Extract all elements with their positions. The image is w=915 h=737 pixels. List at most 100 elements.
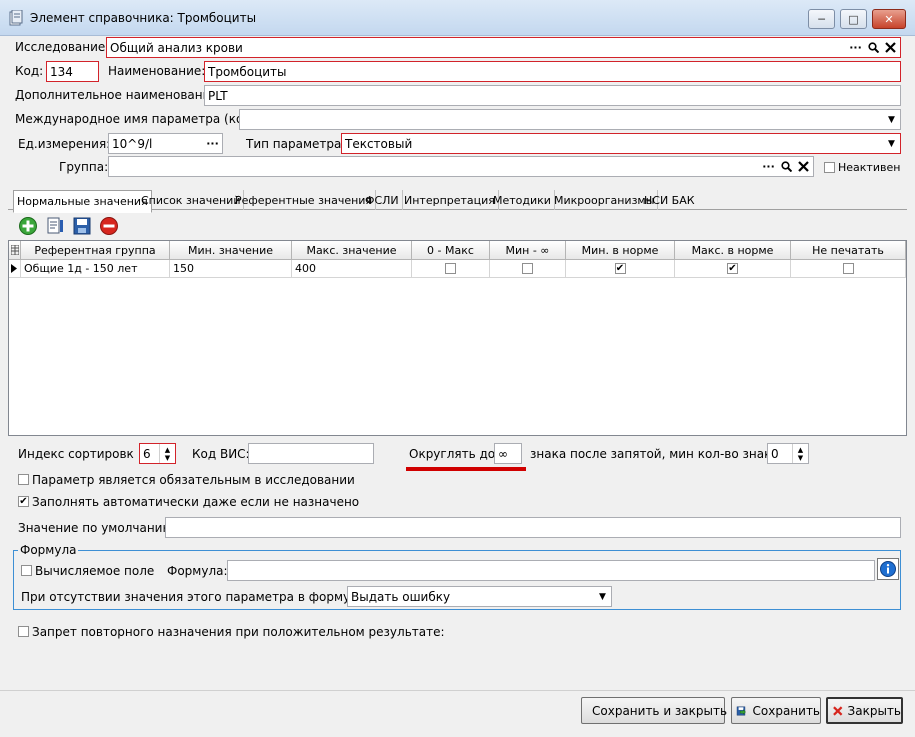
spin-arrows-icon[interactable]: ▲ ▼ (792, 444, 808, 463)
cell-max-norm[interactable]: ✔ (675, 260, 791, 278)
formula-group-title: Формула (18, 543, 79, 557)
vis-code-label: Код ВИС: (192, 447, 250, 461)
formula-info-button[interactable] (877, 558, 899, 580)
close-button[interactable]: Закрыть (826, 697, 903, 724)
name-field[interactable]: Тромбоциты (204, 61, 901, 82)
cell-no-print[interactable] (791, 260, 906, 278)
name-value: Тромбоциты (208, 64, 287, 79)
col-header-no-print[interactable]: Не печатать (791, 241, 906, 260)
col-header-ref-group[interactable]: Референтная группа (21, 241, 170, 260)
missing-value-select[interactable]: Выдать ошибку ▼ (347, 586, 612, 607)
autofill-checkbox[interactable]: ✔ (18, 496, 29, 507)
formula-field[interactable] (227, 560, 875, 581)
inactive-checkbox[interactable] (824, 162, 835, 173)
close-icon (833, 705, 843, 716)
max-norm-checkbox[interactable]: ✔ (727, 263, 738, 274)
tab-value-list[interactable]: Список значений (138, 190, 245, 210)
sort-index-value: 6 (143, 446, 151, 461)
add-row-button[interactable] (17, 215, 39, 237)
decimals-spinner[interactable]: 0 ▲ ▼ (767, 443, 809, 464)
delete-icon (100, 217, 118, 235)
cell-min[interactable]: 150 (170, 260, 292, 278)
extra-name-field[interactable]: PLT (204, 85, 901, 106)
col-header-max[interactable]: Макс. значение (292, 241, 412, 260)
code-label: Код: (15, 64, 44, 78)
mandatory-label: Параметр является обязательным в исследо… (32, 473, 355, 487)
maximize-button[interactable]: □ (840, 9, 867, 29)
document-icon (9, 10, 23, 26)
missing-value: Выдать ошибку (351, 589, 451, 604)
save-row-button[interactable] (71, 215, 93, 237)
extra-name-value: PLT (208, 88, 228, 103)
default-value-field[interactable] (165, 517, 901, 538)
cell-max[interactable]: 400 (292, 260, 412, 278)
highlight-underline (406, 467, 526, 471)
row-indicator[interactable] (9, 260, 21, 278)
edit-icon (47, 217, 63, 234)
normal-values-table[interactable]: Референтная группа Мин. значение Макс. з… (8, 240, 907, 436)
spin-arrows-icon[interactable]: ▲ ▼ (159, 444, 175, 463)
tab-strip: Нормальные значения Список значений Рефе… (8, 190, 907, 213)
intl-name-select[interactable]: ▼ (239, 109, 901, 130)
chevron-down-icon[interactable]: ▼ (882, 134, 900, 153)
save-and-close-button[interactable]: Сохранить и закрыть (581, 697, 728, 724)
unit-label: Ед.измерения: (18, 137, 111, 151)
save-and-close-label: Сохранить и закрыть (592, 703, 728, 718)
col-header-min-inf[interactable]: Мин - ∞ (490, 241, 566, 260)
col-header-zero-max[interactable]: 0 - Макс (412, 241, 490, 260)
min-inf-checkbox[interactable] (522, 263, 533, 274)
edit-row-button[interactable] (44, 215, 66, 237)
cell-zero-max[interactable] (412, 260, 490, 278)
decimals-value: 0 (771, 446, 779, 461)
computed-checkbox[interactable] (21, 565, 32, 576)
decimals-label: знака после запятой, мин кол-во знаков (530, 447, 786, 461)
group-browse-button[interactable]: ··· (760, 158, 777, 175)
study-browse-button[interactable]: ··· (847, 39, 864, 56)
chevron-down-icon[interactable]: ▼ (593, 587, 611, 606)
clear-icon[interactable] (795, 158, 812, 175)
col-header-min-norm[interactable]: Мин. в норме (566, 241, 675, 260)
default-value-label: Значение по умолчанию: (18, 521, 177, 535)
footer-divider (0, 690, 915, 691)
round-field[interactable]: ∞ (494, 443, 522, 464)
tab-methods[interactable]: Методики (490, 190, 555, 210)
no-repeat-label: Запрет повторного назначения при положит… (32, 625, 445, 639)
search-icon[interactable] (778, 158, 795, 175)
cell-ref-group[interactable]: Общие 1д - 150 лет (21, 260, 170, 278)
inactive-label: Неактивен (838, 161, 901, 174)
chevron-down-icon[interactable]: ▼ (882, 110, 900, 129)
clear-icon[interactable] (882, 39, 899, 56)
min-norm-checkbox[interactable]: ✔ (614, 263, 626, 274)
mandatory-checkbox[interactable] (18, 474, 29, 485)
tab-normal-values[interactable]: Нормальные значения (13, 190, 152, 213)
unit-browse-button[interactable]: ··· (204, 135, 221, 152)
tab-nsi-bak[interactable]: НСИ БАК (641, 190, 698, 210)
sort-index-spinner[interactable]: 6 ▲ ▼ (139, 443, 176, 464)
save-button[interactable]: Сохранить (731, 697, 821, 724)
no-print-checkbox[interactable] (842, 263, 854, 274)
delete-row-button[interactable] (98, 215, 120, 237)
code-field[interactable]: 134 (46, 61, 99, 82)
tab-fsli[interactable]: ФСЛИ (362, 190, 403, 210)
no-repeat-checkbox[interactable] (18, 626, 29, 637)
computed-label: Вычисляемое поле (35, 564, 155, 578)
cell-min-inf[interactable] (490, 260, 566, 278)
grid-icon (10, 245, 19, 255)
study-field[interactable]: Общий анализ крови ··· (106, 37, 901, 58)
cell-min-norm[interactable]: ✔ (566, 260, 675, 278)
unit-field[interactable]: 10^9/l ··· (108, 133, 223, 154)
group-field[interactable]: ··· (108, 156, 814, 177)
tab-reference-values[interactable]: Референтные значения (232, 190, 377, 210)
tab-interpretation[interactable]: Интерпретация (401, 190, 499, 210)
vis-code-field[interactable] (248, 443, 374, 464)
param-type-select[interactable]: Текстовый ▼ (341, 133, 901, 154)
search-icon[interactable] (865, 39, 882, 56)
col-header-min[interactable]: Мин. значение (170, 241, 292, 260)
param-type-value: Текстовый (345, 136, 413, 151)
zero-max-checkbox[interactable] (445, 263, 456, 274)
minimize-button[interactable]: ─ (808, 9, 835, 29)
close-window-button[interactable]: ✕ (872, 9, 906, 29)
col-header-max-norm[interactable]: Макс. в норме (675, 241, 791, 260)
unit-value: 10^9/l (112, 136, 153, 151)
round-value: ∞ (498, 446, 508, 461)
